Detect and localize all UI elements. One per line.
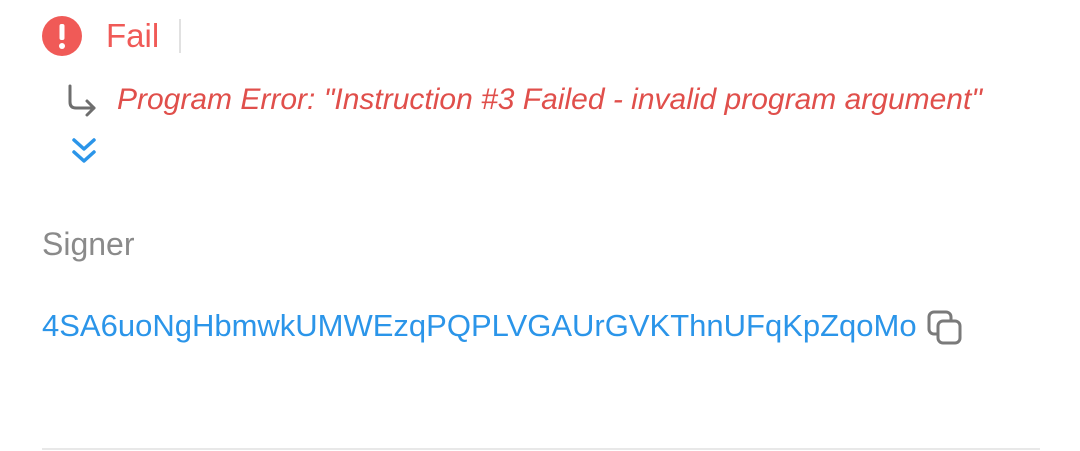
status-divider [179, 19, 182, 53]
error-row: Program Error: "Instruction #3 Failed - … [64, 78, 982, 122]
status-label: Fail [106, 17, 160, 54]
signer-address-link[interactable]: 4SA6uoNgHbmwkUMWEzqPQPLVGAUrGVKThnUFqKpZ… [42, 308, 917, 343]
return-arrow-icon [68, 84, 96, 117]
double-chevron-down-icon[interactable] [70, 135, 98, 169]
signer-label: Signer [42, 226, 135, 262]
error-circle-icon [42, 16, 82, 56]
signer-value: 4SA6uoNgHbmwkUMWEzqPQPLVGAUrGVKThnUFqKpZ… [42, 290, 1042, 362]
status-row: Fail [42, 14, 182, 58]
error-message: Program Error: "Instruction #3 Failed - … [117, 83, 982, 116]
copy-icon[interactable] [925, 308, 965, 348]
section-divider [42, 448, 1040, 450]
